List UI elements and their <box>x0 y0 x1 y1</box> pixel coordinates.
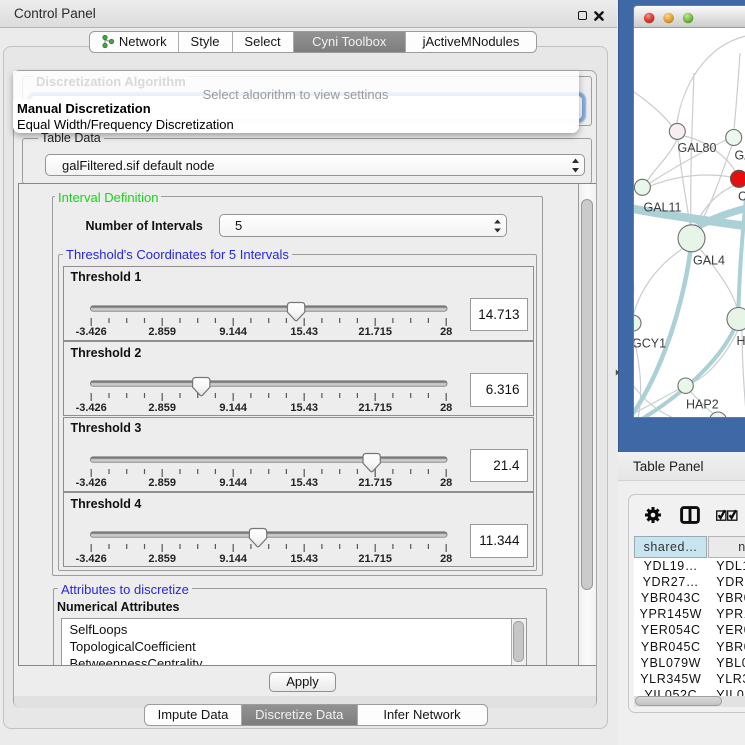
svg-text:HAP2: HAP2 <box>686 397 719 411</box>
svg-text:GAL11: GAL11 <box>643 200 681 214</box>
svg-text:GA: GA <box>734 148 745 162</box>
svg-text:GAL4: GAL4 <box>693 253 725 267</box>
svg-text:GAL80: GAL80 <box>677 141 716 155</box>
svg-text:C: C <box>738 189 745 203</box>
svg-text:GCY1: GCY1 <box>634 336 666 350</box>
svg-text:H: H <box>736 334 745 348</box>
